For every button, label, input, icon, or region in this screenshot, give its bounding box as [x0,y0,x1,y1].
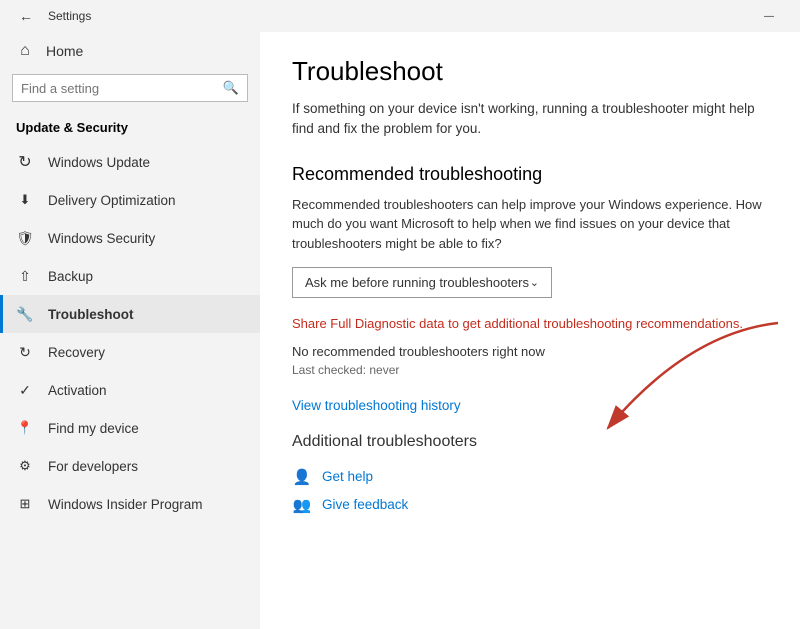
bottom-links: 👤 Get help 👥 Give feedback [292,467,768,515]
additional-troubleshooters-heading: Additional troubleshooters [292,433,768,451]
get-help-item[interactable]: 👤 Get help [292,467,768,487]
page-subtitle: If something on your device isn't workin… [292,99,768,140]
windows-update-icon: ↻ [16,153,34,171]
titlebar: ← Settings — [0,0,800,32]
app-title: Settings [48,9,91,23]
recommended-heading: Recommended troubleshooting [292,164,768,185]
give-feedback-icon: 👥 [292,495,312,515]
recovery-icon: ↻ [16,343,34,361]
search-icon: 🔍 [223,80,239,96]
for-developers-icon: ⚙ [16,457,34,475]
sidebar-label: Recovery [48,345,105,360]
content-area: Troubleshoot If something on your device… [260,32,800,629]
sidebar-label: Windows Update [48,155,150,170]
search-input[interactable] [21,81,223,96]
give-feedback-item[interactable]: 👥 Give feedback [292,495,768,515]
find-my-device-icon: 📍 [16,419,34,437]
sidebar-item-windows-security[interactable]: 🛡 Windows Security [0,219,260,257]
back-button[interactable]: ← [12,2,40,30]
sidebar-label: Windows Insider Program [48,497,203,512]
delivery-optimization-icon: ⬇ [16,191,34,209]
troubleshoot-icon: 🔧 [16,305,34,323]
sidebar: ⌂ Home 🔍 Update & Security ↻ Windows Upd… [0,32,260,629]
section-title: Update & Security [0,114,260,143]
activation-icon: ✓ [16,381,34,399]
sidebar-label: Delivery Optimization [48,193,176,208]
sidebar-item-find-my-device[interactable]: 📍 Find my device [0,409,260,447]
sidebar-item-delivery-optimization[interactable]: ⬇ Delivery Optimization [0,181,260,219]
dropdown-label: Ask me before running troubleshooters [305,275,529,290]
no-troubleshooters-text: No recommended troubleshooters right now [292,344,768,359]
sidebar-item-for-developers[interactable]: ⚙ For developers [0,447,260,485]
sidebar-label: For developers [48,459,138,474]
sidebar-home-item[interactable]: ⌂ Home [0,32,260,70]
windows-security-icon: 🛡 [16,229,34,247]
sidebar-item-windows-update[interactable]: ↻ Windows Update [0,143,260,181]
home-label: Home [46,43,83,59]
sidebar-label: Find my device [48,421,139,436]
minimize-button[interactable]: — [746,0,792,32]
sidebar-item-windows-insider[interactable]: ⊞ Windows Insider Program [0,485,260,523]
sidebar-item-backup[interactable]: ⇧ Backup [0,257,260,295]
sidebar-item-troubleshoot[interactable]: 🔧 Troubleshoot [0,295,260,333]
page-title: Troubleshoot [292,56,768,87]
additional-section-container: Additional troubleshooters [292,433,768,451]
titlebar-controls: — [746,0,792,32]
get-help-icon: 👤 [292,467,312,487]
sidebar-label: Troubleshoot [48,307,134,322]
windows-insider-icon: ⊞ [16,495,34,513]
sidebar-label: Backup [48,269,93,284]
backup-icon: ⇧ [16,267,34,285]
recommended-description: Recommended troubleshooters can help imp… [292,195,768,254]
app-body: ⌂ Home 🔍 Update & Security ↻ Windows Upd… [0,32,800,629]
titlebar-left: ← Settings [12,2,91,30]
chevron-down-icon: ⌄ [530,276,539,289]
search-box[interactable]: 🔍 [12,74,248,102]
sidebar-item-recovery[interactable]: ↻ Recovery [0,333,260,371]
give-feedback-link[interactable]: Give feedback [322,497,408,512]
get-help-link[interactable]: Get help [322,469,373,484]
sidebar-item-activation[interactable]: ✓ Activation [0,371,260,409]
sidebar-label: Windows Security [48,231,155,246]
share-diagnostic-block: Share Full Diagnostic data to get additi… [292,314,768,334]
view-history-link[interactable]: View troubleshooting history [292,398,461,413]
share-diagnostic-link[interactable]: Share Full Diagnostic data to get additi… [292,316,743,331]
home-icon: ⌂ [16,42,34,60]
troubleshooter-dropdown[interactable]: Ask me before running troubleshooters ⌄ [292,267,552,298]
last-checked-text: Last checked: never [292,363,768,377]
sidebar-label: Activation [48,383,107,398]
